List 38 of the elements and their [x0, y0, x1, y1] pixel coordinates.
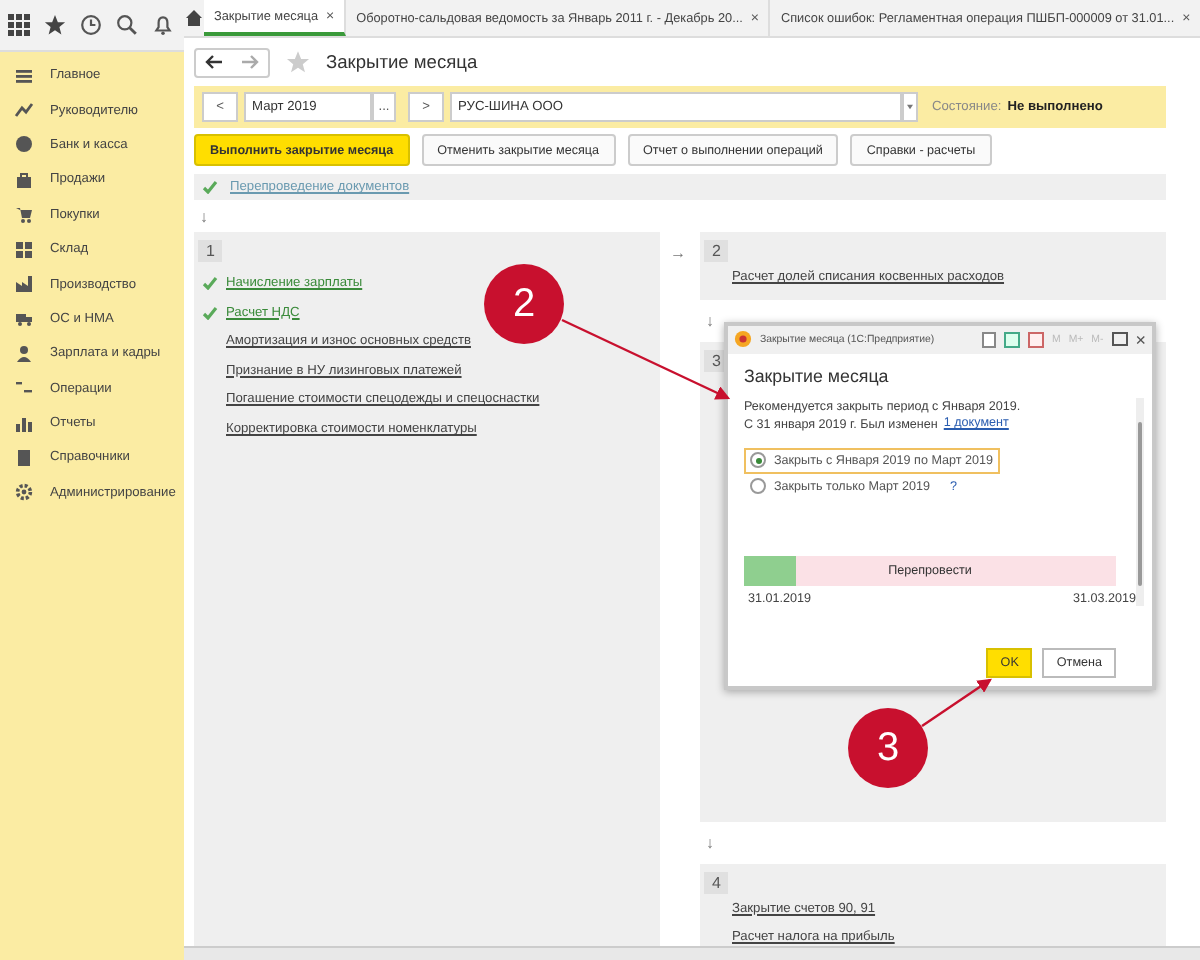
factory-icon — [14, 274, 34, 295]
menu-icon — [14, 65, 34, 86]
flow-arrow: ↓ — [706, 833, 714, 852]
book-icon — [14, 447, 34, 468]
flow-arrow: → — [670, 244, 686, 263]
coin-icon — [14, 134, 34, 155]
dialog-title: Закрытие месяца — [744, 365, 891, 386]
cart-icon — [14, 204, 34, 225]
flow-arrow: ↓ — [200, 207, 208, 226]
person-icon — [14, 343, 34, 364]
app-logo-icon — [734, 330, 752, 349]
bell-icon[interactable] — [152, 14, 174, 36]
step-number: 1 — [198, 240, 223, 263]
bar-chart-icon — [14, 413, 34, 434]
search-icon[interactable] — [116, 14, 138, 36]
settings-icon — [14, 482, 34, 503]
pointer-arrow — [921, 678, 992, 727]
apps-grid-icon[interactable] — [8, 14, 30, 36]
star-icon[interactable] — [44, 14, 66, 36]
page-title: Закрытие месяца — [326, 52, 478, 73]
home-icon[interactable] — [184, 8, 204, 29]
bag-icon — [14, 169, 34, 190]
check-icon — [202, 180, 218, 195]
navigation-buttons[interactable] — [194, 47, 270, 78]
maximize-icon[interactable] — [1111, 332, 1128, 347]
grid-icon — [14, 239, 34, 260]
back-arrow-icon[interactable] — [204, 54, 224, 71]
history-icon[interactable] — [80, 14, 102, 36]
scrollbar[interactable] — [1136, 397, 1144, 606]
step-number: 4 — [704, 871, 729, 894]
star-icon[interactable] — [286, 50, 310, 75]
document-icon[interactable] — [981, 331, 996, 348]
step-number: 2 — [704, 240, 729, 263]
truck-icon — [14, 308, 34, 329]
close-icon[interactable]: × — [1135, 329, 1146, 350]
horizontal-scrollbar[interactable] — [184, 946, 1200, 960]
trend-icon — [14, 100, 34, 121]
flow-arrow: ↓ — [706, 311, 714, 330]
